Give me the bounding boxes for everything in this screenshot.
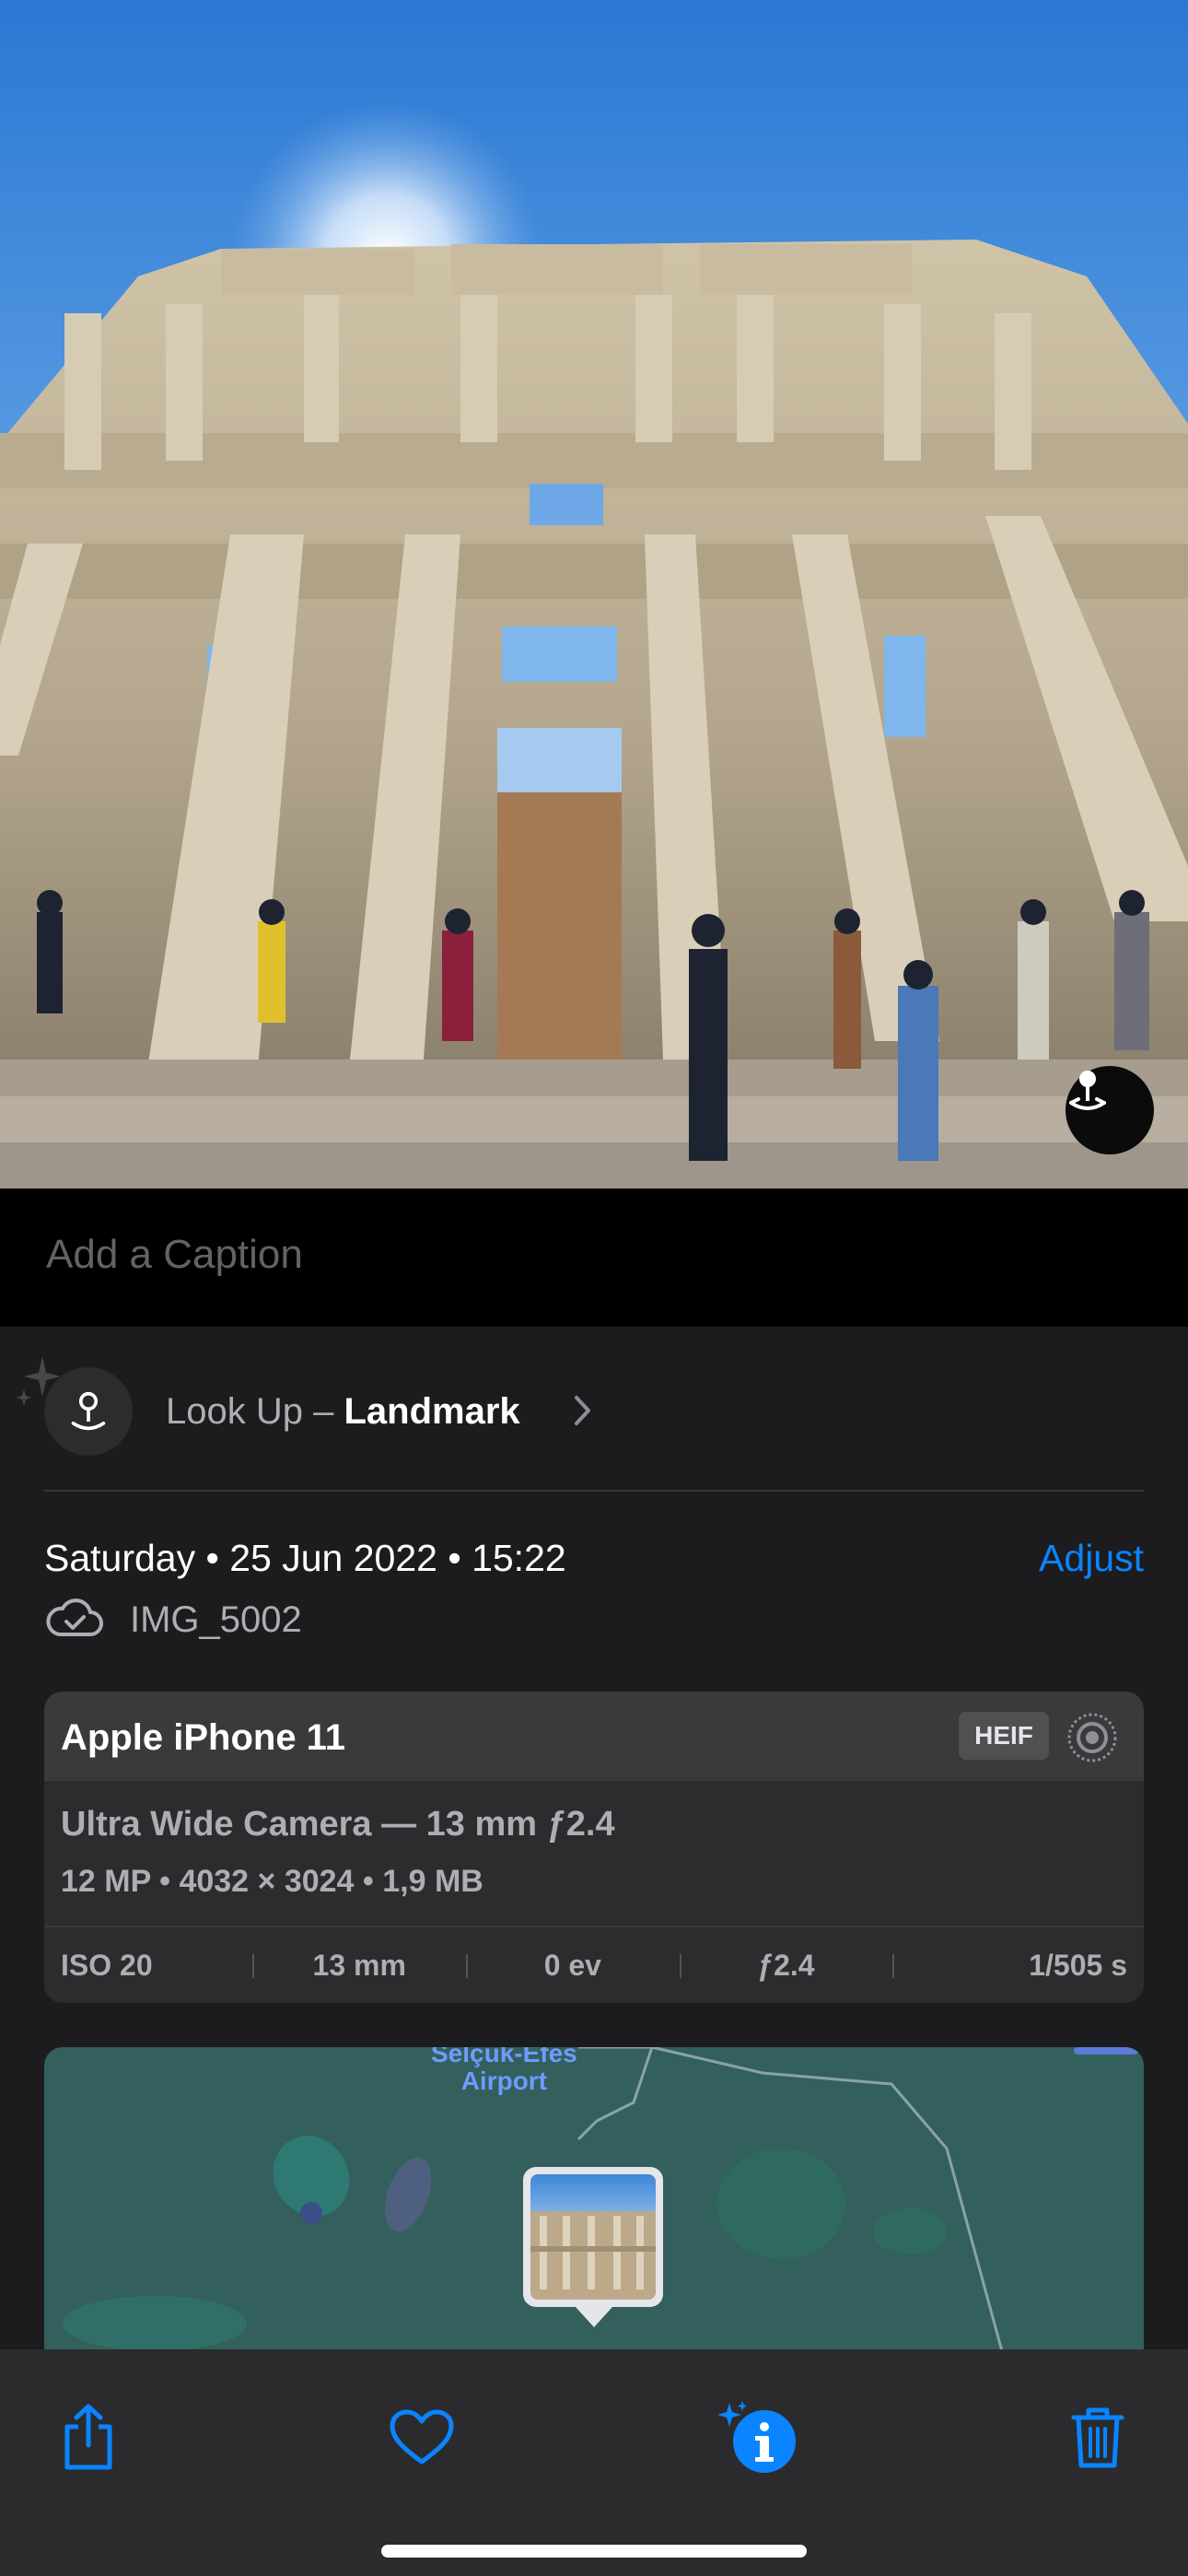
aperture-value: ƒ2.4 bbox=[679, 1949, 893, 1983]
info-sparkle-icon bbox=[717, 2401, 796, 2473]
share-icon bbox=[64, 2404, 112, 2470]
format-badge: HEIF bbox=[959, 1712, 1049, 1760]
look-up-label: Look Up – Landmark bbox=[166, 1391, 520, 1433]
library-thumbnail-image bbox=[530, 2211, 656, 2300]
look-up-icon-circle bbox=[44, 1367, 133, 1456]
chevron-right-icon bbox=[575, 1396, 590, 1425]
exif-card-header: Apple iPhone 11 HEIF bbox=[44, 1692, 1144, 1781]
shutter-speed-value: 1/505 s bbox=[892, 1949, 1144, 1983]
map-place-label-line1: Selçuk-Efes bbox=[431, 2047, 577, 2067]
look-up-row[interactable]: Look Up – Landmark bbox=[0, 1327, 1188, 1491]
map-place-label: Selçuk-Efes Airport bbox=[431, 2047, 577, 2095]
look-up-prefix: Look Up – bbox=[166, 1391, 344, 1432]
adjust-button[interactable]: Adjust bbox=[1039, 1537, 1144, 1580]
delete-button[interactable] bbox=[1054, 2394, 1142, 2482]
map-place-label-line2: Airport bbox=[460, 2067, 548, 2095]
caption-input[interactable] bbox=[46, 1227, 1142, 1282]
divider bbox=[44, 1490, 1144, 1492]
file-name: IMG_5002 bbox=[130, 1599, 302, 1640]
icloud-synced-icon bbox=[46, 1598, 103, 1636]
home-indicator[interactable] bbox=[381, 2545, 807, 2558]
lens-info: Ultra Wide Camera — 13 mm ƒ2.4 bbox=[61, 1805, 615, 1844]
library-of-celsus-photo bbox=[0, 0, 1188, 1188]
location-pin-icon bbox=[1069, 1071, 1106, 1110]
map-photo-thumbnail[interactable] bbox=[523, 2167, 663, 2307]
visual-lookup-badge[interactable] bbox=[1066, 1066, 1154, 1154]
capture-date: Saturday • 25 Jun 2022 • 15:22 bbox=[44, 1537, 566, 1579]
location-map[interactable]: Selçuk-Efes Airport bbox=[44, 2047, 1144, 2351]
trash-icon bbox=[1071, 2407, 1124, 2468]
caption-area bbox=[0, 1188, 1188, 1327]
exif-stats-row: ISO 20 13 mm 0 ev ƒ2.4 1/505 s bbox=[44, 1927, 1144, 2003]
info-button[interactable] bbox=[715, 2394, 803, 2482]
heart-icon bbox=[390, 2409, 454, 2465]
photo-view[interactable] bbox=[0, 0, 1188, 1188]
focal-length-value: 13 mm bbox=[252, 1949, 466, 1983]
image-specs: 12 MP • 4032 × 3024 • 1,9 MB bbox=[61, 1864, 483, 1899]
location-pin-icon bbox=[71, 1391, 106, 1431]
info-panel: Look Up – Landmark Saturday • 25 Jun 202… bbox=[0, 1327, 1188, 2351]
iso-value: ISO 20 bbox=[61, 1948, 153, 1982]
device-name: Apple iPhone 11 bbox=[61, 1717, 345, 1758]
exposure-value: 0 ev bbox=[466, 1949, 680, 1983]
map-pin-pointer bbox=[576, 2307, 612, 2327]
live-photo-icon bbox=[1067, 1713, 1117, 1762]
thumbnail-image bbox=[530, 2174, 656, 2300]
look-up-subject: Landmark bbox=[344, 1391, 520, 1432]
favorite-button[interactable] bbox=[378, 2394, 466, 2482]
share-button[interactable] bbox=[44, 2394, 133, 2482]
bottom-toolbar bbox=[0, 2349, 1188, 2576]
exif-card: Apple iPhone 11 HEIF Ultra Wide Camera —… bbox=[44, 1692, 1144, 2003]
